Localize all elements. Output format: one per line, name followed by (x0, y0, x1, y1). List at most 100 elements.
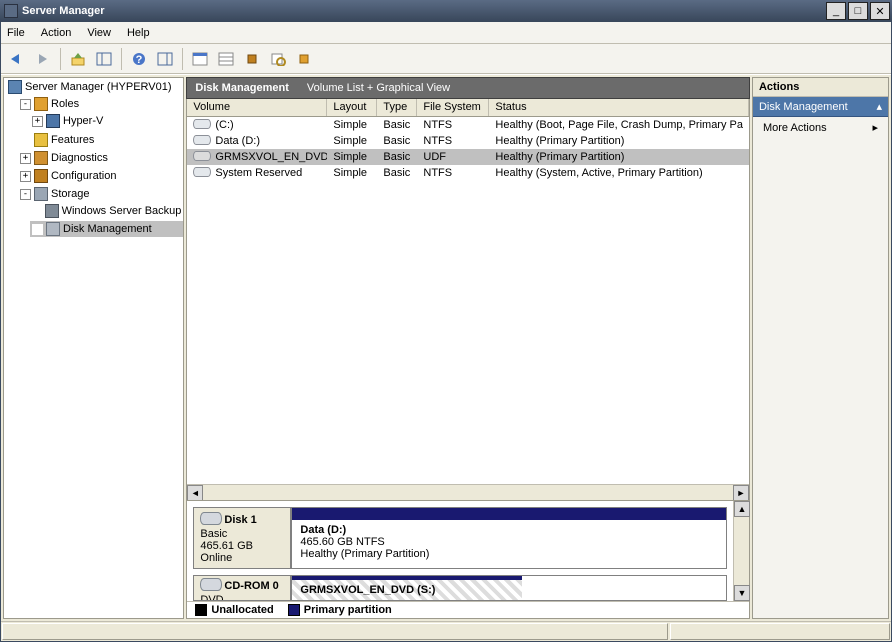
column-headers[interactable]: Volume Layout Type File System Status (187, 99, 749, 117)
title-bar: Server Manager _ □ ✕ (0, 0, 892, 22)
back-button[interactable] (5, 47, 29, 71)
tree-diagnostics[interactable]: + Diagnostics (18, 150, 183, 166)
volume-layout: Simple (327, 134, 377, 148)
actions-more[interactable]: More Actions▸ (753, 117, 888, 138)
menu-view[interactable]: View (87, 27, 111, 39)
volume-type: Basic (377, 118, 417, 132)
horizontal-scrollbar[interactable]: ◄ ► (187, 484, 749, 500)
menu-action[interactable]: Action (41, 27, 72, 39)
collapse-icon[interactable]: - (20, 99, 31, 110)
volume-list[interactable]: Volume Layout Type File System Status (C… (186, 99, 750, 501)
volume-layout: Simple (327, 150, 377, 164)
disk-header[interactable]: Disk 1 Basic 465.61 GB Online (194, 508, 292, 568)
partition[interactable]: Data (D:) 465.60 GB NTFS Healthy (Primar… (292, 508, 726, 568)
actions-pane: Actions Disk Management▴ More Actions▸ (752, 77, 889, 619)
menu-bar: File Action View Help (1, 22, 891, 44)
toolbar: ? (1, 44, 891, 74)
disk-type: DVD (200, 594, 284, 601)
scroll-left-icon[interactable]: ◄ (187, 485, 203, 501)
disk-type: Basic (200, 528, 284, 540)
graphical-view[interactable]: Disk 1 Basic 465.61 GB Online Data (D:) … (186, 501, 750, 619)
collapse-icon[interactable]: - (20, 189, 31, 200)
features-icon (34, 133, 48, 147)
scroll-right-icon[interactable]: ► (733, 485, 749, 501)
main-content: Disk Management Volume List + Graphical … (186, 77, 750, 619)
menu-help[interactable]: Help (127, 27, 150, 39)
actions-category[interactable]: Disk Management▴ (753, 97, 888, 117)
volume-row[interactable]: GRMSXVOL_EN_DVD (S:)SimpleBasicUDFHealth… (187, 149, 749, 165)
svg-text:?: ? (136, 54, 143, 66)
app-icon (4, 4, 18, 18)
volume-type: Basic (377, 166, 417, 180)
disk-name: Disk 1 (224, 514, 256, 526)
expand-icon[interactable]: + (20, 171, 31, 182)
tree-hyperv[interactable]: +Hyper-V (30, 113, 183, 129)
collapse-icon[interactable]: ▴ (876, 100, 882, 113)
partition-name: GRMSXVOL_EN_DVD (S:) (300, 584, 435, 596)
menu-file[interactable]: File (7, 27, 25, 39)
disk-row[interactable]: CD-ROM 0 DVD GRMSXVOL_EN_DVD (S:) (193, 575, 727, 601)
tree-diagnostics-label: Diagnostics (51, 152, 108, 164)
tree-storage-label: Storage (51, 188, 90, 200)
window-title: Server Manager (22, 5, 826, 17)
navigation-tree[interactable]: Server Manager (HYPERV01) - Roles +Hyper-… (3, 77, 184, 619)
list-view-icon[interactable] (214, 47, 238, 71)
volume-row[interactable]: (C:)SimpleBasicNTFSHealthy (Boot, Page F… (187, 117, 749, 133)
tree-configuration[interactable]: + Configuration (18, 168, 183, 184)
settings-icon[interactable] (240, 47, 264, 71)
volume-name: (C:) (215, 119, 233, 131)
refresh-icon[interactable] (188, 47, 212, 71)
partition-name: Data (D:) (300, 524, 718, 536)
tree-roles[interactable]: - Roles (18, 96, 183, 112)
tree-disk-management[interactable]: Disk Management (30, 221, 183, 237)
volume-icon (193, 135, 211, 147)
up-icon[interactable] (66, 47, 90, 71)
col-layout[interactable]: Layout (327, 99, 377, 116)
volume-status: Healthy (Primary Partition) (489, 150, 749, 164)
disk-row[interactable]: Disk 1 Basic 465.61 GB Online Data (D:) … (193, 507, 727, 569)
tree-root[interactable]: Server Manager (HYPERV01) (6, 79, 183, 95)
volume-status: Healthy (System, Active, Primary Partiti… (489, 166, 749, 180)
status-bar (1, 621, 891, 641)
vertical-scrollbar[interactable]: ▲ ▼ (733, 501, 749, 601)
close-button[interactable]: ✕ (870, 2, 890, 20)
col-filesystem[interactable]: File System (417, 99, 489, 116)
volume-name: Data (D:) (215, 135, 260, 147)
show-hide-tree-icon[interactable] (92, 47, 116, 71)
col-volume[interactable]: Volume (187, 99, 327, 116)
properties-icon[interactable] (266, 47, 290, 71)
legend: Unallocated Primary partition (187, 601, 749, 618)
panel-icon[interactable] (153, 47, 177, 71)
expand-icon[interactable]: + (32, 116, 43, 127)
dvd-icon (193, 151, 211, 163)
volume-name: GRMSXVOL_EN_DVD (S:) (215, 151, 327, 163)
partition[interactable]: GRMSXVOL_EN_DVD (S:) (292, 576, 522, 600)
volume-type: Basic (377, 134, 417, 148)
forward-button[interactable] (31, 47, 55, 71)
col-type[interactable]: Type (377, 99, 417, 116)
legend-unallocated: Unallocated (195, 604, 273, 616)
disk-icon (200, 512, 222, 528)
partition-status: Healthy (Primary Partition) (300, 548, 718, 560)
disk-header[interactable]: CD-ROM 0 DVD (194, 576, 292, 600)
tree-root-label: Server Manager (HYPERV01) (25, 81, 172, 93)
tree-roles-label: Roles (51, 98, 79, 110)
minimize-button[interactable]: _ (826, 2, 846, 20)
volume-row[interactable]: System ReservedSimpleBasicNTFSHealthy (S… (187, 165, 749, 181)
col-status[interactable]: Status (489, 99, 749, 116)
action-icon[interactable] (292, 47, 316, 71)
help-icon[interactable]: ? (127, 47, 151, 71)
volume-row[interactable]: Data (D:)SimpleBasicNTFSHealthy (Primary… (187, 133, 749, 149)
tree-configuration-label: Configuration (51, 170, 116, 182)
tree-features[interactable]: Features (18, 132, 183, 148)
tree-storage[interactable]: - Storage (18, 186, 183, 202)
maximize-button[interactable]: □ (848, 2, 868, 20)
volume-name: System Reserved (215, 167, 302, 179)
expand-icon[interactable]: + (20, 153, 31, 164)
disk-icon (46, 222, 60, 236)
scroll-down-icon[interactable]: ▼ (734, 585, 750, 601)
scroll-up-icon[interactable]: ▲ (734, 501, 750, 517)
configuration-icon (34, 169, 48, 183)
tree-backup[interactable]: Windows Server Backup (30, 203, 183, 219)
volume-layout: Simple (327, 118, 377, 132)
